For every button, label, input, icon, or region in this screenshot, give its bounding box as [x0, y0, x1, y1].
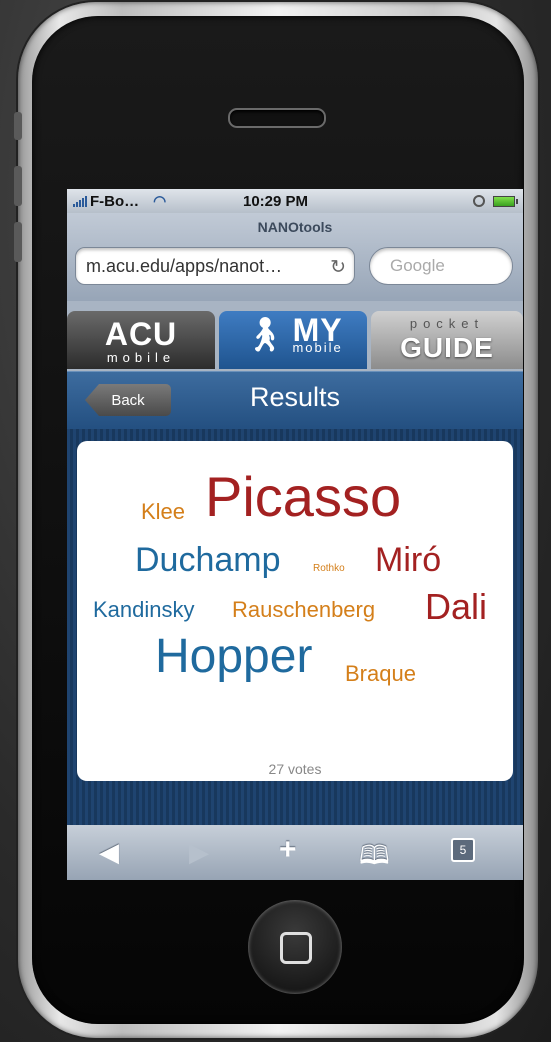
screen: F-Bo… ◠ 10:29 PM NANOtools m.acu.edu/app… — [67, 189, 523, 880]
tab-guide-sublabel: pocket — [409, 316, 485, 331]
word-rothko: Rothko — [313, 563, 345, 574]
earpiece-speaker — [228, 108, 326, 128]
bookmarks-icon[interactable]: 🕮︎ — [359, 837, 390, 880]
word-miro: Miró — [375, 541, 442, 579]
carrier-name: F-Bo… — [90, 192, 140, 210]
mute-switch — [14, 112, 22, 140]
tab-acu-mobile[interactable]: ACU mobile — [67, 311, 215, 369]
pages-icon[interactable]: 5 — [451, 838, 475, 862]
back-arrow-icon[interactable]: ◀ — [99, 837, 119, 868]
add-icon[interactable]: + — [279, 833, 297, 867]
word-picasso: Picasso — [205, 465, 402, 528]
url-field[interactable]: m.acu.edu/apps/nanot… ↻ — [75, 247, 355, 285]
tab-my-sublabel: mobile — [292, 340, 343, 355]
word-rauschenberg: Rauschenberg — [232, 597, 376, 622]
url-text: m.acu.edu/apps/nanot… — [86, 255, 283, 276]
status-time: 10:29 PM — [243, 192, 309, 210]
lock-icon — [473, 195, 485, 207]
word-kandinsky: Kandinsky — [93, 597, 195, 622]
tab-acu-sublabel: mobile — [106, 350, 176, 365]
app-tabs: ACU mobile 🚶︎ MY mobile pocket GUIDE — [67, 301, 523, 371]
battery-icon — [493, 195, 518, 207]
page-title: NANOtools — [257, 219, 333, 235]
walker-icon: 🚶︎ — [243, 316, 287, 354]
home-button-icon[interactable] — [248, 900, 342, 994]
search-input[interactable]: Google — [369, 247, 513, 285]
forward-arrow-icon[interactable]: ▶ — [189, 837, 209, 868]
word-hopper: Hopper — [155, 630, 313, 683]
volume-up-button — [14, 166, 22, 206]
word-duchamp: Duchamp — [135, 541, 281, 579]
search-placeholder: Google — [390, 256, 445, 275]
nav-bar: Back Results — [67, 371, 523, 430]
safari-toolbar: ◀ ▶ + 🕮︎ 5 — [67, 825, 523, 880]
content-area: Klee Picasso Duchamp Rothko Miró Kandins… — [67, 429, 523, 825]
reload-icon[interactable]: ↻ — [330, 256, 346, 279]
status-right — [473, 195, 518, 207]
nav-title: Results — [249, 382, 341, 412]
status-bar: F-Bo… ◠ 10:29 PM — [67, 189, 523, 213]
tab-acu-label: ACU — [104, 316, 178, 352]
signal-icon — [73, 195, 87, 207]
tab-my-mobile[interactable]: 🚶︎ MY mobile — [219, 311, 367, 369]
home-square — [280, 932, 312, 964]
tab-pocket-guide[interactable]: pocket GUIDE — [371, 311, 523, 369]
word-braque: Braque — [345, 661, 416, 686]
results-card: Klee Picasso Duchamp Rothko Miró Kandins… — [77, 441, 513, 781]
browser-header: NANOtools m.acu.edu/apps/nanot… ↻ Google — [67, 213, 523, 301]
tab-guide-label: GUIDE — [400, 332, 494, 363]
wifi-icon: ◠ — [153, 193, 167, 210]
votes-count: 27 votes — [268, 761, 322, 777]
word-klee: Klee — [141, 499, 186, 524]
volume-down-button — [14, 222, 22, 262]
word-dali: Dali — [425, 586, 488, 627]
